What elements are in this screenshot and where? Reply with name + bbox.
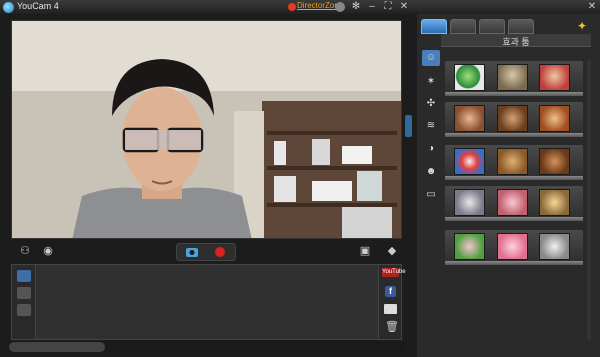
- youtube-button[interactable]: YouTube: [382, 268, 406, 277]
- effect-thumb-dog[interactable]: [497, 148, 528, 175]
- effect-thumb-teddy-bear[interactable]: [497, 105, 528, 132]
- frame-tab[interactable]: ▭: [422, 187, 440, 203]
- distortion-tab[interactable]: ✣: [422, 96, 440, 112]
- sort-icon[interactable]: [17, 287, 31, 299]
- eye-icon[interactable]: ◉: [40, 244, 56, 258]
- screen-icon[interactable]: ▣: [357, 244, 373, 258]
- shelf-lip: [445, 176, 583, 180]
- magic-tab[interactable]: [479, 19, 505, 34]
- view-mode-icon[interactable]: [17, 270, 31, 282]
- filter-icon[interactable]: [17, 304, 31, 316]
- effect-thumb-statue-head[interactable]: [539, 233, 570, 260]
- effect-thumb-pig-face[interactable]: [497, 189, 528, 216]
- minimize-icon[interactable]: –: [366, 1, 378, 13]
- app-title: YouCam 4: [17, 1, 59, 11]
- webcam-video-frame: [11, 20, 402, 239]
- effect-thumb-poodle[interactable]: [539, 148, 570, 175]
- effect-thumb-pig-mask[interactable]: [454, 233, 485, 260]
- eraser-icon[interactable]: ◆: [384, 244, 400, 258]
- effects-tab[interactable]: [421, 19, 447, 34]
- directorzone-icon: [288, 3, 296, 11]
- youcam-logo-icon: [3, 2, 14, 13]
- user-icon[interactable]: [335, 2, 345, 12]
- panel-toggle-handle[interactable]: [405, 115, 412, 137]
- shelf-lip: [445, 261, 583, 265]
- webcam-scene: [12, 21, 401, 238]
- email-icon[interactable]: [384, 304, 397, 314]
- shelf-lip: [445, 217, 583, 221]
- effect-thumb-man-avatar[interactable]: [454, 105, 485, 132]
- add-effect-icon[interactable]: ✦: [575, 19, 589, 33]
- tools-tab[interactable]: [508, 19, 534, 34]
- effect-thumb-globe-download[interactable]: [454, 64, 485, 91]
- record-icon: [215, 247, 225, 257]
- effect-thumb-clown[interactable]: [454, 148, 485, 175]
- emotion-tab[interactable]: ◑: [422, 141, 440, 157]
- avatar-tab[interactable]: [450, 19, 476, 34]
- panel-close-icon[interactable]: ✕: [586, 1, 598, 13]
- media-library-panel: [11, 264, 402, 340]
- fullscreen-icon[interactable]: ⛶: [382, 1, 394, 13]
- close-icon[interactable]: ✕: [398, 1, 410, 13]
- effect-thumb-pink-pig[interactable]: [497, 233, 528, 260]
- shelf-lip: [445, 92, 583, 96]
- effect-thumb-blonde-avatar[interactable]: [539, 189, 570, 216]
- face-tracking-icon[interactable]: ⚇: [17, 244, 33, 258]
- trash-icon[interactable]: 🗑: [385, 321, 399, 333]
- camera-icon: [186, 248, 198, 257]
- scene-tab[interactable]: ☺: [422, 50, 440, 66]
- effect-thumb-clown-girl[interactable]: [539, 64, 570, 91]
- particle-tab[interactable]: ✶: [422, 74, 440, 90]
- effects-scrollbar[interactable]: [587, 60, 591, 340]
- effect-thumb-statue[interactable]: [454, 189, 485, 216]
- facebook-button[interactable]: f: [385, 286, 396, 297]
- camera-button[interactable]: [180, 244, 204, 260]
- record-button[interactable]: [208, 244, 232, 260]
- effects-title: 효과 툼: [502, 37, 530, 47]
- scrollbar-thumb[interactable]: [9, 342, 105, 352]
- filter-tab[interactable]: ≋: [422, 118, 440, 134]
- face-tab[interactable]: ☻: [422, 164, 440, 180]
- effect-thumb-scarecrow-doll[interactable]: [497, 64, 528, 91]
- effect-thumb-smiling-avatar[interactable]: [539, 105, 570, 132]
- gear-icon[interactable]: ✻: [350, 1, 362, 13]
- shelf-lip: [445, 133, 583, 137]
